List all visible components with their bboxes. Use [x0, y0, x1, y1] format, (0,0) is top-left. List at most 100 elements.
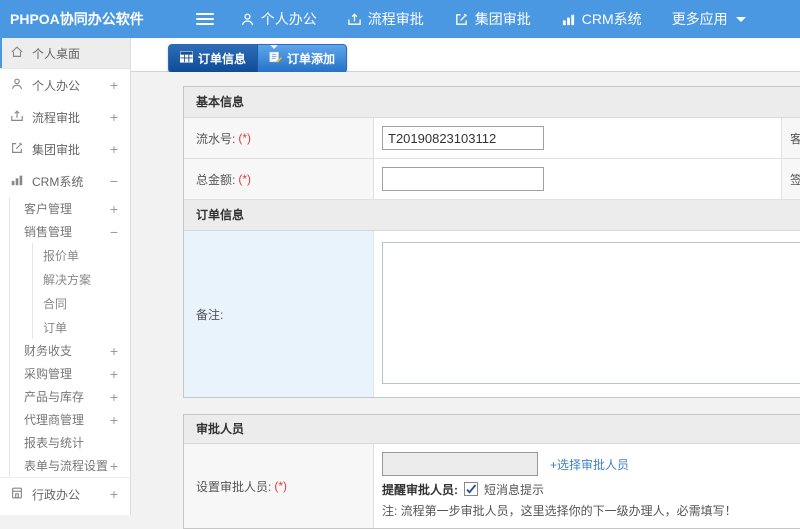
label-text: 设置审批人员: [196, 479, 272, 494]
sidebar-item-label: 合同 [43, 296, 68, 311]
sidebar-item-label: 解决方案 [43, 272, 92, 287]
expand-icon[interactable]: + [110, 486, 130, 502]
nav-item-personal-office[interactable]: 个人办公 [240, 9, 317, 29]
sidebar-item-label: 代理商管理 [24, 413, 85, 427]
expand-icon[interactable]: + [110, 77, 130, 93]
tab-order-add[interactable]: 订单添加 [258, 45, 346, 72]
edit-icon [10, 141, 24, 158]
sidebar-item-purchasing[interactable]: 采购管理 + [10, 362, 130, 385]
content-area: 订单信息 订单添加 基本信息 流水号: (*) T20190823103112 … [131, 38, 800, 529]
choose-approver-link[interactable]: +选择审批人员 [550, 456, 629, 473]
remind-approver-label: 提醒审批人员: [382, 482, 458, 497]
expand-icon[interactable]: + [110, 141, 130, 157]
sidebar-item-label: 个人办公 [32, 78, 81, 93]
nav-item-more-apps[interactable]: 更多应用 [672, 9, 746, 29]
sidebar-item-personal-office[interactable]: 个人办公 + [0, 69, 130, 101]
expand-icon[interactable]: + [110, 389, 130, 405]
required-marker: (*) [238, 131, 252, 145]
hamburger-menu-icon[interactable] [195, 13, 214, 25]
section-header-order-info: 订单信息 [184, 200, 800, 231]
sidebar-item-quotation[interactable]: 报价单 [33, 243, 130, 267]
nav-label: 集团审批 [474, 11, 531, 27]
sidebar-item-agent-management[interactable]: 代理商管理 + [10, 408, 130, 431]
required-marker: (*) [274, 479, 288, 493]
form-row-serial-number: 流水号: (*) 客户名称: [184, 118, 800, 159]
nav-label: 更多应用 [671, 11, 728, 27]
label-text: 签订时间: [790, 172, 800, 187]
active-tab-notch [270, 45, 278, 49]
building-icon [10, 486, 24, 503]
sidebar-item-reports-statistics[interactable]: 报表与统计 [10, 431, 130, 454]
collapse-icon[interactable]: − [110, 173, 130, 189]
label-text: 客户名称: [790, 131, 800, 146]
sidebar-item-solution[interactable]: 解决方案 [33, 267, 130, 291]
sales-submenu: 报价单 解决方案 合同 订单 [32, 243, 130, 339]
sidebar-item-personal-desktop[interactable]: 个人桌面 [0, 38, 130, 68]
total-amount-input[interactable] [382, 167, 544, 191]
sidebar-item-group-approval[interactable]: 集团审批 + [0, 133, 130, 165]
edit-icon [454, 12, 469, 27]
sidebar-item-administration[interactable]: 行政办公 + [0, 477, 130, 510]
tab-order-info[interactable]: 订单信息 [169, 45, 259, 72]
sidebar-item-label: 集团审批 [32, 142, 81, 157]
expand-icon[interactable]: + [110, 366, 130, 382]
approver-input[interactable] [382, 452, 538, 476]
sidebar-item-form-workflow-settings[interactable]: 表单与流程设置 + [10, 454, 130, 477]
sidebar-item-products-inventory[interactable]: 产品与库存 + [10, 385, 130, 408]
chart-icon [561, 12, 576, 27]
order-form: 基本信息 流水号: (*) 客户名称: 总金额: (*) [183, 86, 800, 398]
sidebar: 个人桌面 个人办公 + 流程审批 + 集团审批 + CRM系统 − 客户管理 +… [0, 38, 131, 515]
process-icon [347, 12, 362, 27]
nav-item-workflow-approval[interactable]: 流程审批 [347, 9, 424, 29]
expand-icon[interactable]: + [110, 343, 130, 359]
field-label-set-approver: 设置审批人员: (*) [184, 444, 374, 528]
expand-icon[interactable]: + [110, 412, 130, 428]
sidebar-item-label: 个人桌面 [32, 46, 81, 61]
nav-label: 流程审批 [367, 11, 424, 27]
process-icon [10, 109, 24, 126]
sidebar-item-label: 客户管理 [24, 202, 73, 216]
sidebar-item-customer-management[interactable]: 客户管理 + [10, 197, 130, 220]
section-header-approver: 审批人员 [184, 415, 800, 444]
approver-note: 注: 流程第一步审批人员，这里选择你的下一级办理人，必需填写！ [382, 503, 737, 518]
sidebar-item-sales-management[interactable]: 销售管理 − [10, 220, 130, 243]
expand-icon[interactable]: + [110, 458, 130, 474]
caret-down-icon [735, 16, 746, 22]
label-text: 备注: [196, 307, 224, 322]
sidebar-item-label: 销售管理 [24, 225, 73, 239]
field-label-serial-number: 流水号: (*) [184, 118, 374, 158]
sms-prompt-label: 短消息提示 [484, 482, 545, 497]
expand-icon[interactable]: + [110, 109, 130, 125]
chart-icon [10, 173, 24, 190]
field-label-remark: 备注: [184, 231, 374, 397]
sidebar-item-contract[interactable]: 合同 [33, 291, 130, 315]
nav-item-group-approval[interactable]: 集团审批 [454, 9, 531, 29]
sidebar-item-label: 采购管理 [24, 367, 73, 381]
nav-item-crm-system[interactable]: CRM系统 [561, 9, 642, 29]
collapse-icon[interactable]: − [110, 224, 130, 240]
add-doc-icon [269, 51, 283, 66]
required-marker: (*) [238, 172, 252, 186]
serial-number-input[interactable] [382, 126, 544, 150]
approver-form: 审批人员 设置审批人员: (*) +选择审批人员 提醒审批人员: 短消息提示 注… [183, 414, 800, 529]
remark-textarea[interactable] [382, 242, 800, 384]
sms-checkbox[interactable] [464, 482, 478, 496]
sidebar-item-order[interactable]: 订单 [33, 315, 130, 339]
table-icon [180, 51, 193, 66]
field-label-sign-time: 签订时间: [781, 159, 800, 199]
app-logo: PHPOA协同办公软件 [10, 11, 144, 27]
sidebar-item-finance[interactable]: 财务收支 + [10, 339, 130, 362]
nav-label: CRM系统 [581, 11, 642, 27]
sidebar-item-label: 流程审批 [32, 110, 81, 125]
form-row-approver: 设置审批人员: (*) +选择审批人员 提醒审批人员: 短消息提示 注: 流程第… [184, 444, 800, 528]
expand-icon[interactable]: + [110, 201, 130, 217]
sidebar-item-label: 财务收支 [24, 344, 73, 358]
sidebar-item-crm-system[interactable]: CRM系统 − [0, 165, 130, 197]
top-navigation: 个人办公 流程审批 集团审批 CRM系统 更多应用 [240, 9, 746, 29]
section-header-basic-info: 基本信息 [184, 87, 800, 118]
sidebar-item-workflow-approval[interactable]: 流程审批 + [0, 101, 130, 133]
main-panel: 基本信息 流水号: (*) 客户名称: 总金额: (*) [131, 72, 800, 529]
tab-label: 订单信息 [198, 52, 247, 66]
label-text: 流水号: [196, 131, 236, 146]
field-value-cell [374, 118, 781, 158]
